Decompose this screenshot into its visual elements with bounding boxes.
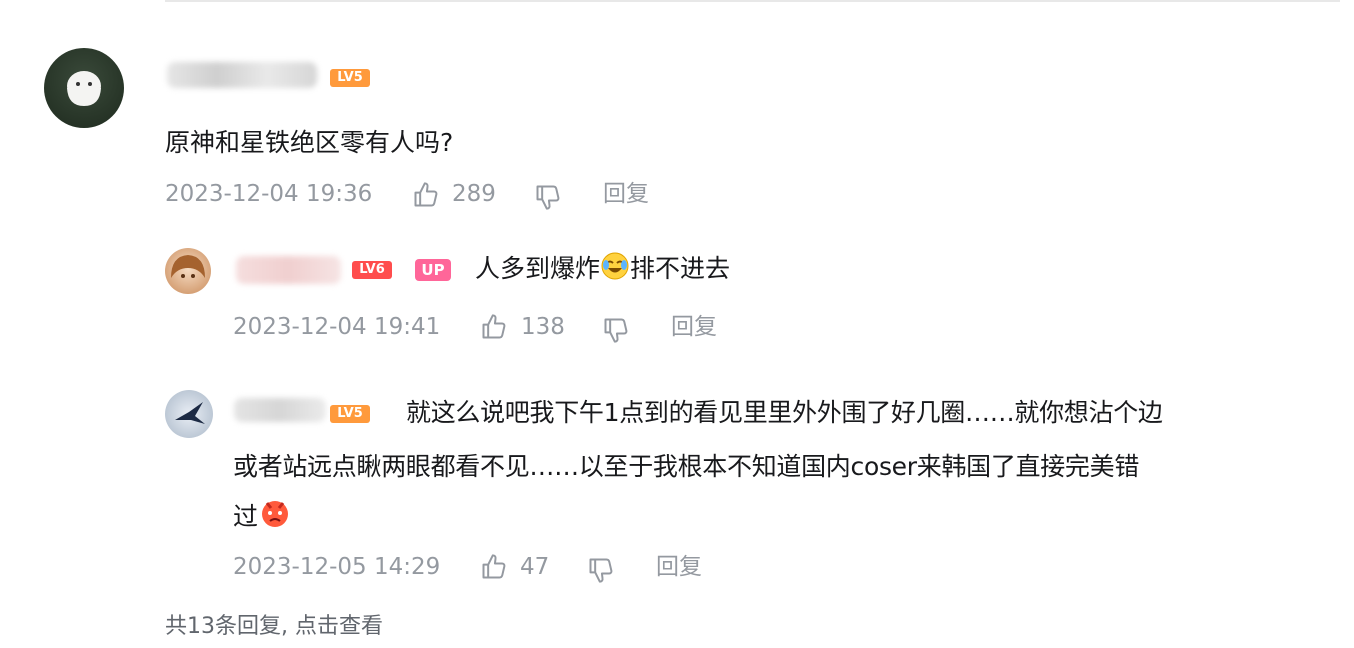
reply-button[interactable]: 回复: [603, 179, 649, 209]
avatar-anime-girl-icon: [171, 255, 205, 278]
username-blurred[interactable]: [167, 62, 317, 88]
avatar-ghost-icon: [67, 71, 101, 106]
thumbs-up-icon[interactable]: [412, 181, 440, 209]
comment-time: 2023-12-04 19:36: [165, 181, 373, 207]
thumbs-down-icon[interactable]: [534, 183, 562, 211]
view-more-replies-link[interactable]: 共13条回复, 点击查看: [165, 612, 383, 642]
reply-text-part: 人多到爆炸: [475, 254, 601, 283]
reply-text: 人多到爆炸 排不进去: [475, 251, 730, 290]
thumbs-down-icon[interactable]: [587, 556, 615, 584]
like-count: 47: [520, 554, 550, 580]
level-badge: LV6: [352, 261, 392, 279]
reply-text-part: 过: [233, 502, 259, 531]
divider-top: [165, 0, 1340, 2]
reply-text-line: 就这么说吧我下午1点到的看见里里外外围了好几圈……就你想沾个边: [406, 398, 1163, 427]
angry-face-emoji-icon: [258, 497, 292, 538]
up-badge: UP: [415, 259, 451, 281]
thumbs-down-icon[interactable]: [602, 316, 630, 344]
username-blurred[interactable]: [236, 256, 341, 284]
thumbs-up-icon[interactable]: [480, 553, 508, 581]
crying-laugh-emoji-icon: [600, 251, 630, 290]
avatar[interactable]: [165, 248, 211, 294]
reply-button[interactable]: 回复: [656, 552, 702, 582]
thumbs-up-icon[interactable]: [480, 313, 508, 341]
like-count: 289: [452, 181, 496, 207]
level-badge: LV5: [330, 69, 370, 87]
comment-text: 原神和星铁绝区零有人吗?: [165, 128, 454, 157]
username-blurred[interactable]: [234, 398, 326, 422]
avatar[interactable]: [165, 390, 213, 438]
like-count: 138: [521, 314, 565, 340]
reply-time: 2023-12-04 19:41: [233, 314, 441, 340]
reply-text-part: 排不进去: [630, 254, 731, 283]
level-badge: LV5: [330, 405, 370, 423]
reply-button[interactable]: 回复: [671, 312, 717, 342]
avatar[interactable]: [44, 48, 124, 128]
avatar-bird-icon: [175, 402, 205, 424]
reply-time: 2023-12-05 14:29: [233, 554, 441, 580]
reply-text-line: 过: [233, 497, 292, 538]
reply-text-line: 或者站远点瞅两眼都看不见……以至于我根本不知道国内coser来韩国了直接完美错: [233, 452, 1140, 481]
